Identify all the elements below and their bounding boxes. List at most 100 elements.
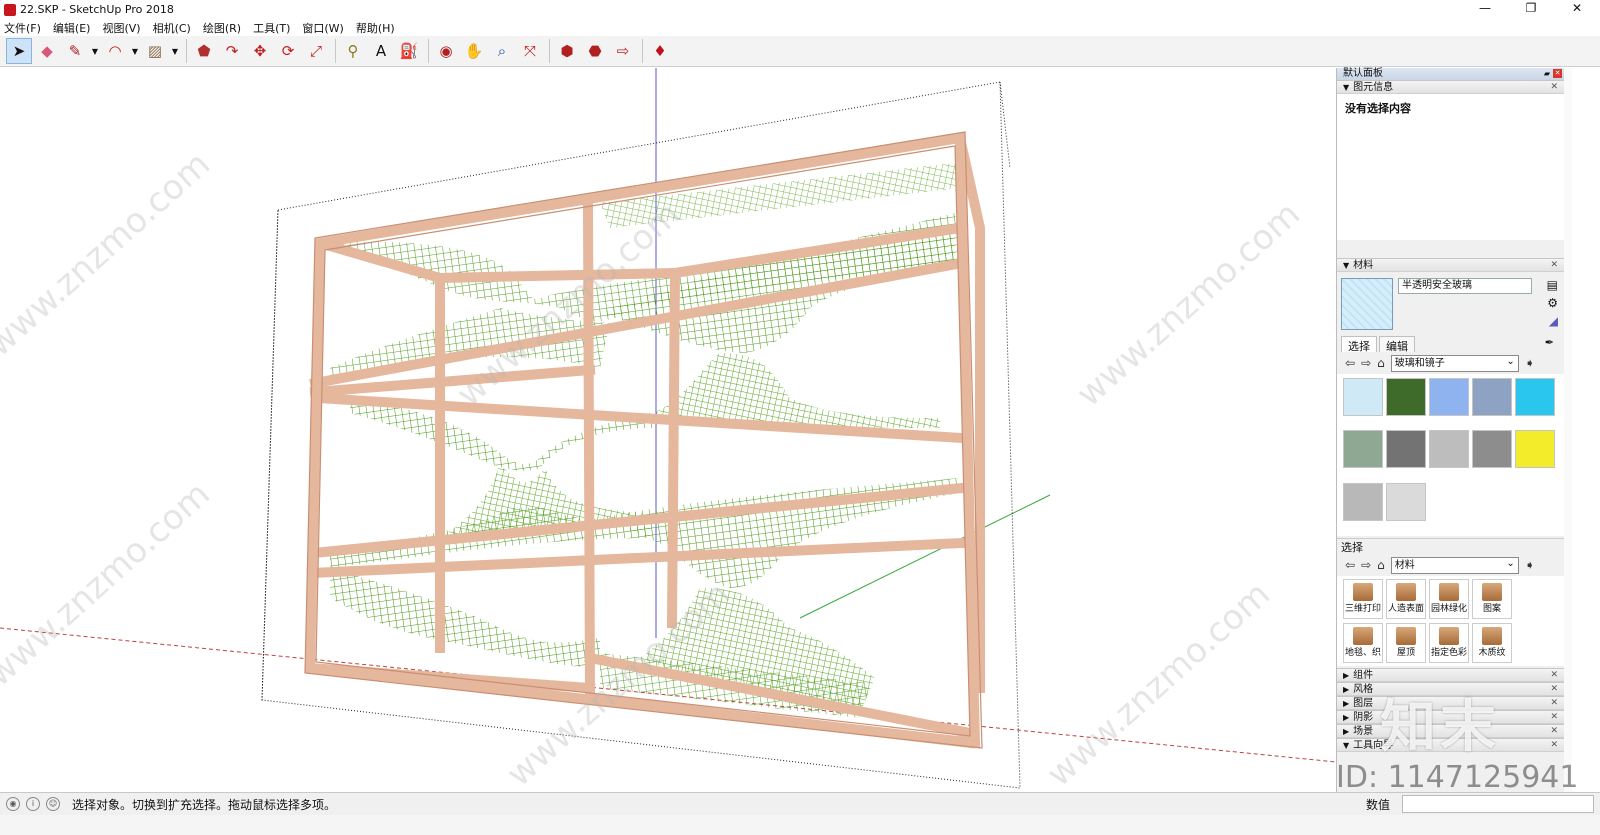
move-icon: ✥ xyxy=(253,42,267,60)
material-category[interactable]: 三维打印 xyxy=(1343,579,1383,619)
eraser-tool-button[interactable]: ◆ xyxy=(34,38,60,64)
orbit-tool-button[interactable]: ◉ xyxy=(433,38,459,64)
menu-view[interactable]: 视图(V) xyxy=(102,20,140,36)
close-window-button[interactable]: ✕ xyxy=(1554,0,1600,19)
current-material-swatch[interactable] xyxy=(1341,278,1393,330)
menu-camera[interactable]: 相机(C) xyxy=(153,20,191,36)
line-tool-dropdown[interactable]: ▼ xyxy=(90,38,100,64)
pan-tool-button[interactable]: ✋ xyxy=(461,38,487,64)
extension-warehouse-button[interactable]: ⬣ xyxy=(582,38,608,64)
details-arrow-icon[interactable]: ➧ xyxy=(1525,558,1535,572)
follow-me-icon: ↷ xyxy=(225,42,239,60)
collapsed-section-header[interactable]: ▶ 组件 ✕ xyxy=(1337,668,1564,682)
close-section-icon[interactable]: ✕ xyxy=(1550,711,1558,724)
material-swatch[interactable] xyxy=(1515,378,1555,416)
pin-icon[interactable]: ▰ xyxy=(1544,68,1550,80)
create-material-icon[interactable]: ⚙ xyxy=(1547,296,1558,310)
material-category-grid: 三维打印 人造表面 园林绿化 图案地毯、织 屋顶 指定色彩 木质纹 xyxy=(1337,576,1564,666)
close-section-icon[interactable]: ✕ xyxy=(1550,683,1558,696)
material-name-field[interactable]: 半透明安全玻璃 xyxy=(1398,278,1532,294)
material-category[interactable]: 木质纹 xyxy=(1472,622,1512,663)
material-swatch[interactable] xyxy=(1429,378,1469,416)
zoom-tool-button[interactable]: ⌕ xyxy=(489,38,515,64)
restore-button[interactable]: ❐ xyxy=(1508,0,1554,19)
back-arrow-icon[interactable]: ⇦ xyxy=(1345,558,1355,572)
menu-help[interactable]: 帮助(H) xyxy=(356,20,395,36)
measurements-box[interactable] xyxy=(1402,795,1594,813)
text-tool-button[interactable]: A xyxy=(368,38,394,64)
drawing-viewport[interactable]: www.znzmo.com www.znzmo.com www.znzmo.co… xyxy=(0,68,1336,792)
zoom-extents-tool-button[interactable]: ⤧ xyxy=(517,38,543,64)
close-section-icon[interactable]: ✕ xyxy=(1550,259,1558,272)
menu-draw[interactable]: 绘图(R) xyxy=(203,20,241,36)
select-tool-button[interactable]: ➤ xyxy=(6,38,32,64)
follow-me-tool-button[interactable]: ↷ xyxy=(219,38,245,64)
material-swatch[interactable] xyxy=(1429,430,1469,469)
menu-file[interactable]: 文件(F) xyxy=(4,20,41,36)
watermark-url-1: www.znzmo.com xyxy=(0,144,218,365)
materials-header[interactable]: ▼ 材料 ✕ xyxy=(1337,258,1564,272)
close-section-icon[interactable]: ✕ xyxy=(1550,669,1558,682)
material-swatch[interactable] xyxy=(1343,378,1383,416)
zoom-icon: ⌕ xyxy=(497,42,507,60)
close-section-icon[interactable]: ✕ xyxy=(1550,739,1558,752)
material-swatch[interactable] xyxy=(1386,430,1426,469)
move-tool-button[interactable]: ✥ xyxy=(247,38,273,64)
material-category[interactable]: 人造表面 xyxy=(1386,579,1426,619)
send-to-layout-button[interactable]: ⇨ xyxy=(610,38,636,64)
arc-tool-button[interactable]: ◠ xyxy=(102,38,128,64)
back-arrow-icon[interactable]: ⇦ xyxy=(1345,356,1355,370)
material-swatch[interactable] xyxy=(1343,482,1383,521)
tab-select[interactable]: 选择 xyxy=(1341,336,1377,353)
material-swatch[interactable] xyxy=(1386,482,1426,521)
user-account-icon[interactable]: ☺ xyxy=(46,797,60,811)
rotate-tool-button[interactable]: ⟳ xyxy=(275,38,301,64)
default-material-icon[interactable]: ◢ xyxy=(1549,314,1558,328)
geo-location-icon[interactable]: ◉ xyxy=(6,797,20,811)
home-icon[interactable]: ⌂ xyxy=(1377,558,1385,572)
material-swatch[interactable] xyxy=(1472,378,1512,416)
material-category[interactable]: 园林绿化 xyxy=(1429,579,1469,619)
tape-measure-tool-button[interactable]: ⚲ xyxy=(340,38,366,64)
3d-warehouse-button[interactable]: ⬢ xyxy=(554,38,580,64)
scale-tool-button[interactable]: ⤢ xyxy=(303,38,329,64)
home-icon[interactable]: ⌂ xyxy=(1377,356,1385,370)
menu-window[interactable]: 窗口(W) xyxy=(302,20,343,36)
rectangle-tool-dropdown[interactable]: ▼ xyxy=(170,38,180,64)
tray-scrollbar[interactable] xyxy=(1564,68,1572,792)
display-secondary-pane-icon[interactable]: ▤ xyxy=(1547,278,1558,292)
close-tray-icon[interactable]: ✕ xyxy=(1553,69,1562,78)
material-swatch[interactable] xyxy=(1472,430,1512,469)
credits-icon[interactable]: i xyxy=(26,797,40,811)
details-arrow-icon[interactable]: ➧ xyxy=(1525,356,1535,370)
menu-bar: 文件(F) 编辑(E) 视图(V) 相机(C) 绘图(R) 工具(T) 窗口(W… xyxy=(0,19,1600,36)
tab-edit[interactable]: 编辑 xyxy=(1379,336,1415,353)
material-category-label: 三维打印 xyxy=(1344,604,1381,614)
material-category[interactable]: 地毯、织 xyxy=(1343,622,1383,663)
line-tool-button[interactable]: ✎ xyxy=(62,38,88,64)
expand-arrow-icon: ▶ xyxy=(1343,671,1350,680)
material-category[interactable]: 指定色彩 xyxy=(1429,622,1469,663)
rectangle-tool-button[interactable]: ▨ xyxy=(142,38,168,64)
arc-tool-dropdown[interactable]: ▼ xyxy=(130,38,140,64)
menu-edit[interactable]: 编辑(E) xyxy=(53,20,91,36)
library-select[interactable]: 玻璃和镜子 xyxy=(1390,354,1519,372)
material-category[interactable]: 屋顶 xyxy=(1386,622,1426,663)
menu-tools[interactable]: 工具(T) xyxy=(253,20,290,36)
eyedropper-icon[interactable]: ✒ xyxy=(1545,336,1554,349)
close-section-icon[interactable]: ✕ xyxy=(1550,81,1558,94)
material-category[interactable]: 图案 xyxy=(1472,579,1512,619)
forward-arrow-icon[interactable]: ⇨ xyxy=(1361,558,1371,572)
secondary-library-select[interactable]: 材料 xyxy=(1390,556,1519,574)
minimize-button[interactable]: — xyxy=(1462,0,1508,19)
material-swatch[interactable] xyxy=(1343,430,1383,469)
push-pull-tool-button[interactable]: ⬟ xyxy=(191,38,217,64)
close-section-icon[interactable]: ✕ xyxy=(1550,725,1558,738)
ruby-console-button[interactable]: ♦ xyxy=(647,38,673,64)
entity-info-header[interactable]: ▼ 图元信息 ✕ xyxy=(1337,80,1564,94)
paint-bucket-tool-button[interactable]: ⛽ xyxy=(396,38,422,64)
forward-arrow-icon[interactable]: ⇨ xyxy=(1361,356,1371,370)
material-swatch[interactable] xyxy=(1515,430,1555,469)
close-section-icon[interactable]: ✕ xyxy=(1550,697,1558,710)
material-swatch[interactable] xyxy=(1386,378,1426,416)
